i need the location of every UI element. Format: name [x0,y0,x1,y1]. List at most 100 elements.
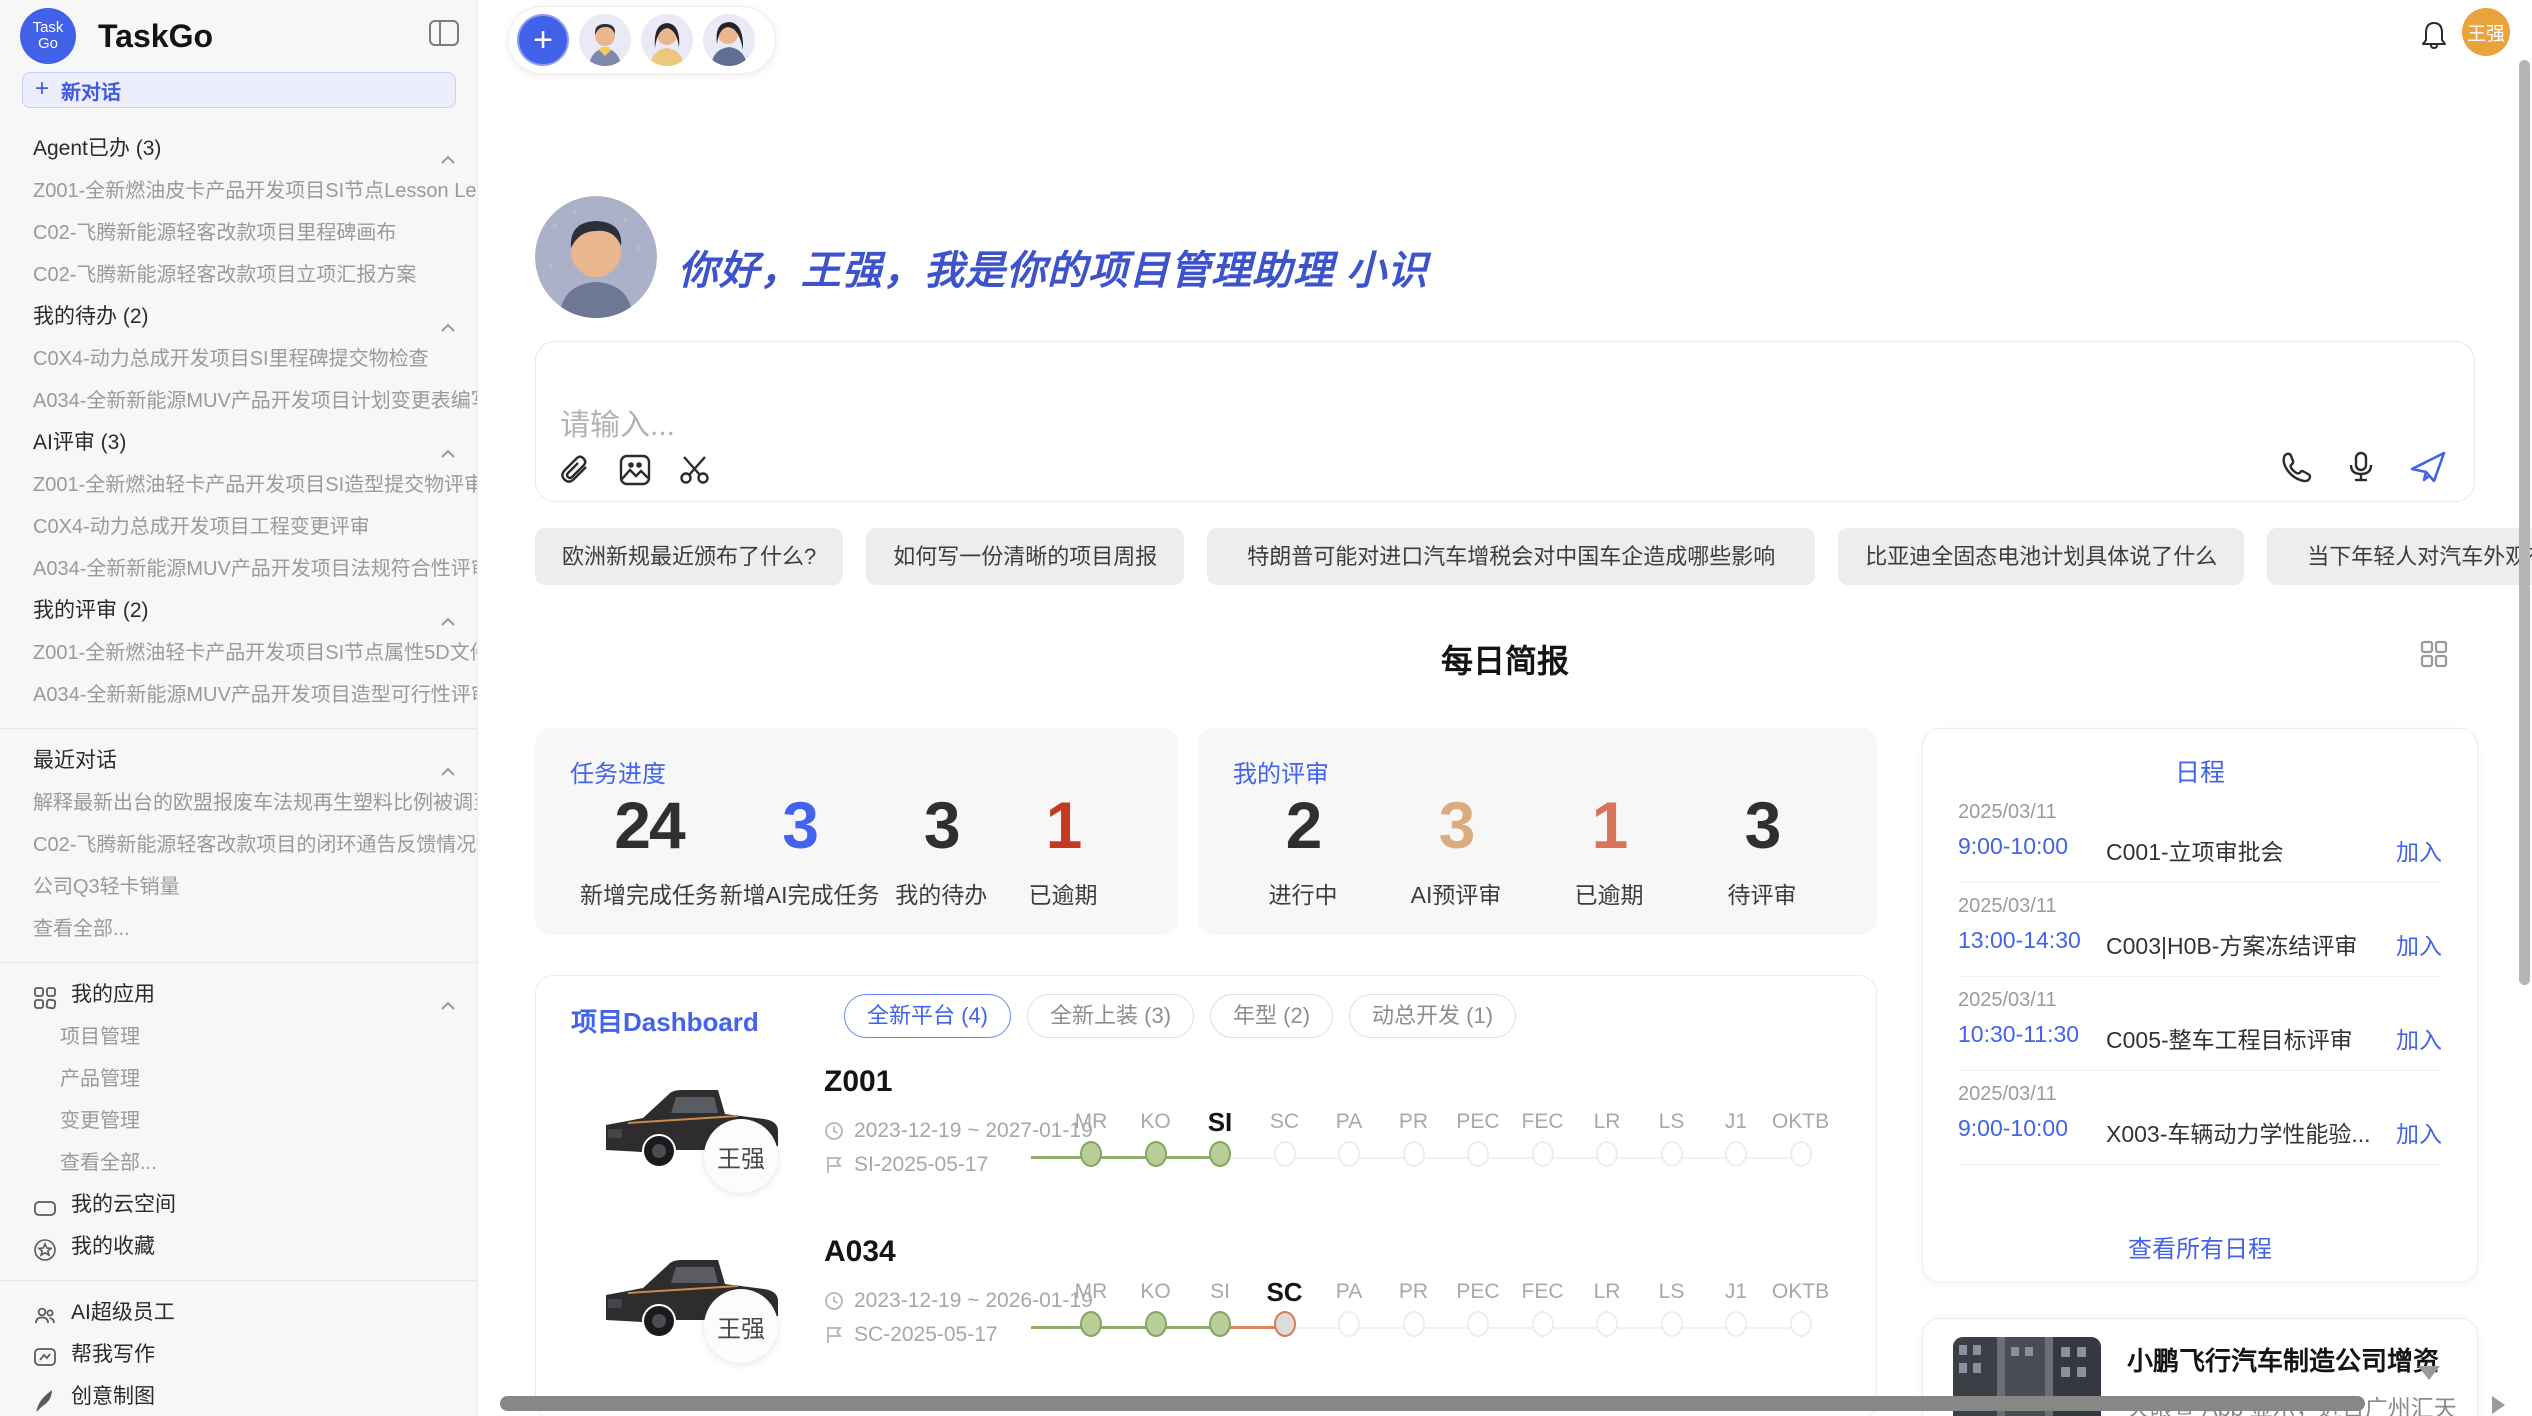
view-all-schedule-link[interactable]: 查看所有日程 [1923,1229,2477,1264]
join-link[interactable]: 加入 [2396,1115,2442,1149]
milestone-dot [1080,1311,1102,1337]
suggestion-chip[interactable]: 特朗普可能对进口汽车增税会对中国车企造成哪些影响 [1207,528,1815,585]
image-upload-icon[interactable] [618,453,652,487]
sidebar-item[interactable]: Z001-全新燃油轻卡产品开发项目SI节点属性5D文件评审 [0,632,478,674]
sidebar-item[interactable]: C02-飞腾新能源轻客改款项目里程碑画布 [0,212,478,254]
sidebar-item-creative-drawing[interactable]: 创意制图 [0,1376,478,1416]
sidebar-item[interactable]: 项目管理 [0,1016,478,1058]
schedule-name: C005-整车工程目标评审 [2106,1021,2353,1055]
horizontal-scrollbar[interactable] [500,1396,2365,1411]
sidebar-section-header[interactable]: 最近对话 [0,740,478,782]
schedule-name: C001-立项审批会 [2106,833,2284,867]
join-link[interactable]: 加入 [2396,833,2442,867]
sidebar-item-help-me-write[interactable]: 帮我写作 [0,1334,478,1376]
sidebar-section-header[interactable]: 我的评审 (2) [0,590,478,632]
add-agent-button[interactable]: + [517,14,569,66]
sidebar-item-help-me-write-label: 帮我写作 [71,1334,155,1376]
send-icon[interactable] [2408,447,2448,487]
join-link[interactable]: 加入 [2396,1021,2442,1055]
scissors-icon[interactable] [678,453,712,487]
sidebar-item[interactable]: A034-全新新能源MUV产品开发项目造型可行性评审 [0,674,478,716]
sidebar-item-cloud-space-icon [33,1193,57,1217]
dashboard-tabs: 全新平台 (4) 全新上装 (3) 年型 (2) 动总开发 (1) [844,994,1516,1038]
project-owner-badge: 王强 [704,1119,778,1193]
briefing-layout-icon[interactable] [2420,640,2448,668]
join-link[interactable]: 加入 [2396,927,2442,961]
stat-item: 3待评审 [1702,790,1822,910]
sidebar-item[interactable]: 公司Q3轻卡销量 [0,866,478,908]
schedule-item[interactable]: 2025/03/1113:00-14:30C003|H0B-方案冻结评审加入 [1958,883,2442,977]
app-title: TaskGo [98,18,213,55]
sidebar-item[interactable]: C0X4-动力总成开发项目工程变更评审 [0,506,478,548]
dashboard-tab[interactable]: 年型 (2) [1210,994,1333,1038]
my-apps-label: 我的应用 [71,974,155,1016]
app-root: Task Go TaskGo + 新对话 Agent已办 (3)Z001-全新燃… [0,0,2532,1416]
sidebar-section-header[interactable]: 我的待办 (2) [0,296,478,338]
suggestion-chip[interactable]: 如何写一份清晰的项目周报 [866,528,1184,585]
new-chat-button[interactable]: + 新对话 [22,72,456,108]
sidebar-item[interactable]: 解释最新出台的欧盟报废车法规再生塑料比例被调至15%... [0,782,478,824]
project-next-milestone: SI-2025-05-17 [824,1153,988,1177]
sidebar-item[interactable]: Z001-全新燃油轻卡产品开发项目SI造型提交物评审 [0,464,478,506]
scroll-right-arrow-icon[interactable] [2492,1396,2505,1414]
stats-card-task-progress: 任务进度24新增完成任务3新增AI完成任务3我的待办1已逾期 [535,728,1178,935]
project-owner-badge: 王强 [704,1289,778,1363]
composer-right-tools [2280,447,2448,487]
schedule-time: 10:30-11:30 [1958,1021,2079,1048]
sidebar-item[interactable]: 变更管理 [0,1100,478,1142]
milestone-dot [1532,1141,1554,1167]
clock-icon [824,1291,844,1311]
chat-composer[interactable]: 请输入... [535,341,2475,502]
sidebar-item[interactable]: 查看全部... [0,1142,478,1184]
sidebar-item[interactable]: Z001-全新燃油皮卡产品开发项目SI节点Lesson Learn报告 [0,170,478,212]
suggestion-chip[interactable]: 比亚迪全固态电池计划具体说了什么 [1838,528,2244,585]
sidebar-item-favorites[interactable]: 我的收藏 [0,1226,478,1268]
agent-avatar-3[interactable] [703,14,755,66]
sidebar-item-creative-drawing-icon [33,1385,57,1409]
sidebar-item[interactable]: C02-飞腾新能源轻客改款项目的闭环通告反馈情况 [0,824,478,866]
vertical-scrollbar[interactable] [2519,60,2530,985]
stat-item: 2进行中 [1243,790,1363,910]
sidebar-item[interactable]: C0X4-动力总成开发项目SI里程碑提交物检查 [0,338,478,380]
sidebar-item[interactable]: A034-全新新能源MUV产品开发项目法规符合性评审 [0,548,478,590]
stat-item: 3新增AI完成任务 [720,790,880,910]
suggestion-chip[interactable]: 当下年轻人对汽车外观有怎样的喜好趋势 [2267,528,2532,585]
dashboard-tab[interactable]: 全新平台 (4) [844,994,1011,1038]
user-avatar-label: 王强 [2467,19,2505,46]
voice-call-icon[interactable] [2280,450,2314,484]
scroll-down-arrow-icon[interactable] [2418,1366,2440,1380]
sidebar-section-header[interactable]: Agent已办 (3) [0,128,478,170]
milestone-track: MRKOSISCPAPRPECFECLRLSJ1OKTB [1031,1073,1846,1193]
stat-label: 待评审 [1702,876,1822,910]
schedule-item[interactable]: 2025/03/119:00-10:00C001-立项审批会加入 [1958,789,2442,883]
notifications-bell-icon[interactable] [2420,20,2448,50]
sidebar-item-help-me-write-icon [33,1343,57,1367]
attachment-icon[interactable] [558,453,592,487]
user-avatar[interactable]: 王强 [2462,8,2510,56]
schedule-item[interactable]: 2025/03/119:00-10:00X003-车辆动力学性能验...加入 [1958,1071,2442,1165]
agent-avatar-2[interactable] [641,14,693,66]
sidebar-collapse-icon[interactable] [429,20,459,46]
stat-label: 新增完成任务 [580,876,718,910]
milestone-dot [1209,1141,1231,1167]
stat-label: 已逾期 [1003,876,1123,910]
sidebar-item[interactable]: 产品管理 [0,1058,478,1100]
schedule-date: 2025/03/11 [1958,1083,2057,1106]
agent-avatar-1[interactable] [579,14,631,66]
flag-icon [824,1325,844,1345]
dashboard-tab[interactable]: 动总开发 (1) [1349,994,1516,1038]
schedule-name: X003-车辆动力学性能验... [2106,1115,2371,1149]
sidebar-item[interactable]: 查看全部... [0,908,478,950]
microphone-icon[interactable] [2344,450,2378,484]
sidebar-item[interactable]: C02-飞腾新能源轻客改款项目立项汇报方案 [0,254,478,296]
sidebar-item[interactable]: A034-全新新能源MUV产品开发项目计划变更表编写 [0,380,478,422]
suggestion-chip[interactable]: 欧洲新规最近颁布了什么? [535,528,843,585]
schedule-item[interactable]: 2025/03/1110:30-11:30C005-整车工程目标评审加入 [1958,977,2442,1071]
chevron-up-icon [440,435,456,451]
milestone-dot [1725,1141,1747,1167]
sidebar-item-cloud-space[interactable]: 我的云空间 [0,1184,478,1226]
sidebar-section-header[interactable]: AI评审 (3) [0,422,478,464]
dashboard-tab[interactable]: 全新上装 (3) [1027,994,1194,1038]
sidebar-item-ai-super-staff[interactable]: AI超级员工 [0,1292,478,1334]
sidebar-item-my-apps[interactable]: 我的应用 [0,974,478,1016]
